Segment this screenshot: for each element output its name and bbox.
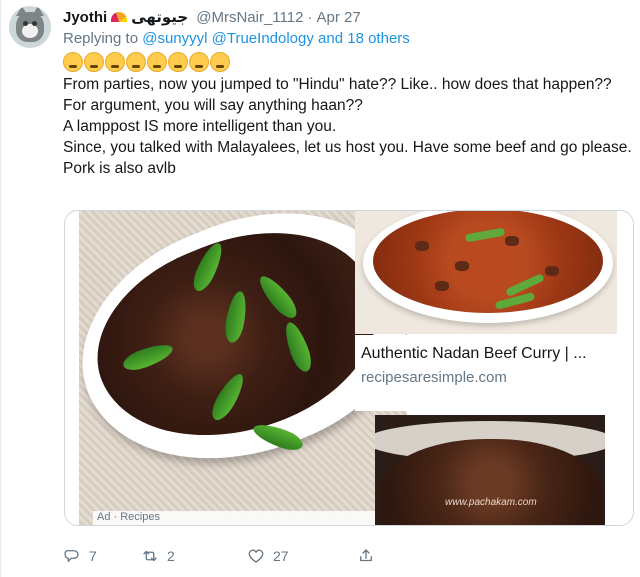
- joy-emoji: [168, 52, 188, 72]
- link-card[interactable]: Authentic Nadan Beef Curry | ... recipes…: [355, 335, 617, 411]
- like-button[interactable]: 27: [247, 547, 357, 565]
- reply-count: 7: [89, 548, 97, 564]
- emoji-row: [63, 52, 230, 72]
- reply-icon: [64, 550, 79, 562]
- reply-user-trueindology[interactable]: @TrueIndology: [212, 30, 314, 47]
- reply-others-link[interactable]: and 18 others: [318, 30, 410, 47]
- separator: ·: [307, 8, 313, 26]
- beef-roast-image[interactable]: www.pachakam.com: [375, 415, 605, 525]
- thinking-emoji: [84, 52, 104, 72]
- tweet-text-line: Since, you talked with Malayalees, let u…: [63, 139, 636, 177]
- retweet-icon: [143, 550, 157, 562]
- flushed-emoji: [126, 52, 146, 72]
- tweet-header: Jyothi جیوتھی @MrsNair_1112 · Apr 27: [63, 7, 361, 27]
- share-button[interactable]: [357, 547, 375, 565]
- retweet-button[interactable]: 2: [141, 547, 247, 565]
- like-count: 27: [273, 548, 289, 564]
- carousel-label: Ad · Recipes: [93, 511, 407, 525]
- retweet-count: 2: [167, 548, 175, 564]
- flushed-emoji: [105, 52, 125, 72]
- tweet-text-line: From parties, now you jumped to "Hindu" …: [63, 76, 612, 93]
- tweet-text-line: For argument, you will say anything haan…: [63, 97, 363, 114]
- rolling-eyes-emoji: [63, 52, 83, 72]
- tweet-date[interactable]: Apr 27: [316, 9, 360, 26]
- tweet-actions: 7 2 27: [63, 544, 375, 568]
- author-name[interactable]: Jyothi: [63, 9, 107, 26]
- replying-prefix: Replying to: [63, 30, 139, 47]
- rofl-emoji: [210, 52, 230, 72]
- card-domain: recipesaresimple.com: [361, 369, 507, 386]
- reply-button[interactable]: 7: [63, 547, 141, 565]
- rofl-emoji: [189, 52, 209, 72]
- rainbow-emoji: [111, 12, 128, 22]
- author-handle[interactable]: @MrsNair_1112: [196, 9, 303, 26]
- heart-icon: [248, 549, 264, 563]
- card-title[interactable]: Authentic Nadan Beef Curry | ...: [361, 345, 611, 363]
- replying-to: Replying to @sunyyyl @TrueIndology and 1…: [63, 30, 410, 47]
- image-watermark: www.pachakam.com: [445, 497, 537, 508]
- tweet-text: From parties, now you jumped to "Hindu" …: [63, 74, 633, 179]
- reply-user-sunyyyl[interactable]: @sunyyyl: [142, 30, 207, 47]
- tweet-text-line: A lamppost IS more intelligent than you.: [63, 118, 337, 135]
- avatar[interactable]: [9, 6, 51, 48]
- author-name-urdu[interactable]: جیوتھی: [131, 8, 188, 26]
- share-icon: [360, 549, 372, 562]
- beef-curry-image[interactable]: [355, 211, 617, 334]
- media-carousel[interactable]: Ad · Recipes Authentic Nadan Beef Curry …: [64, 210, 634, 526]
- tweet[interactable]: Jyothi جیوتھی @MrsNair_1112 · Apr 27 Rep…: [0, 0, 640, 577]
- joy-emoji: [147, 52, 167, 72]
